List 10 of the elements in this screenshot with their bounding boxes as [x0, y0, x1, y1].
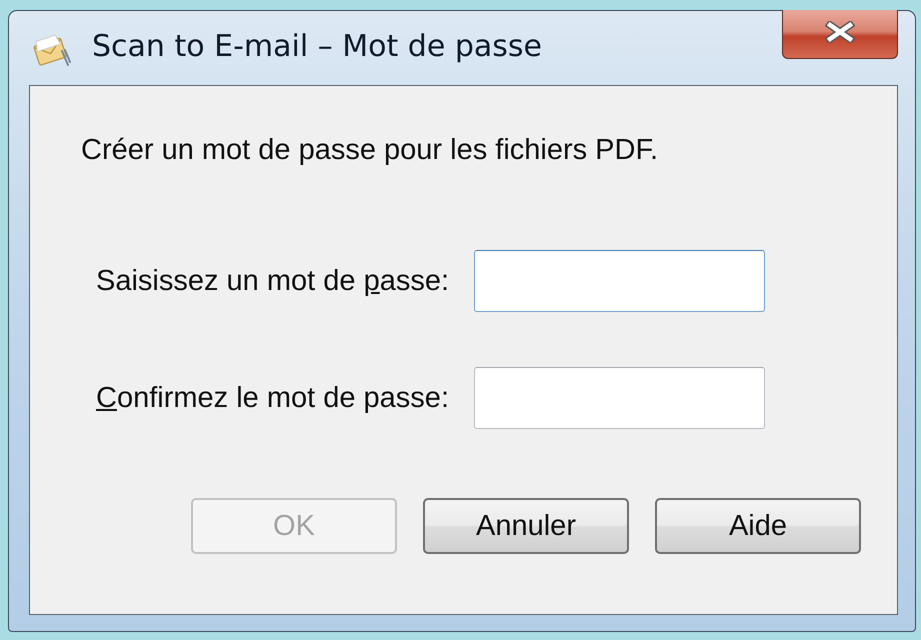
instruction-text: Créer un mot de passe pour les fichiers PDF.: [81, 134, 660, 167]
password-field[interactable]: [474, 367, 765, 429]
field-label: Confirmez le mot de passe:: [96, 382, 450, 414]
window-title: Scan to E-mail – Mot de passe: [92, 29, 543, 64]
close-icon: [825, 21, 855, 43]
dialog-button[interactable]: Annuler: [423, 498, 629, 554]
close-button[interactable]: [782, 10, 898, 59]
dialog-button[interactable]: Aide: [655, 498, 861, 554]
password-field[interactable]: [474, 250, 765, 312]
field-label: Saisissez un mot de passe:: [96, 264, 450, 298]
